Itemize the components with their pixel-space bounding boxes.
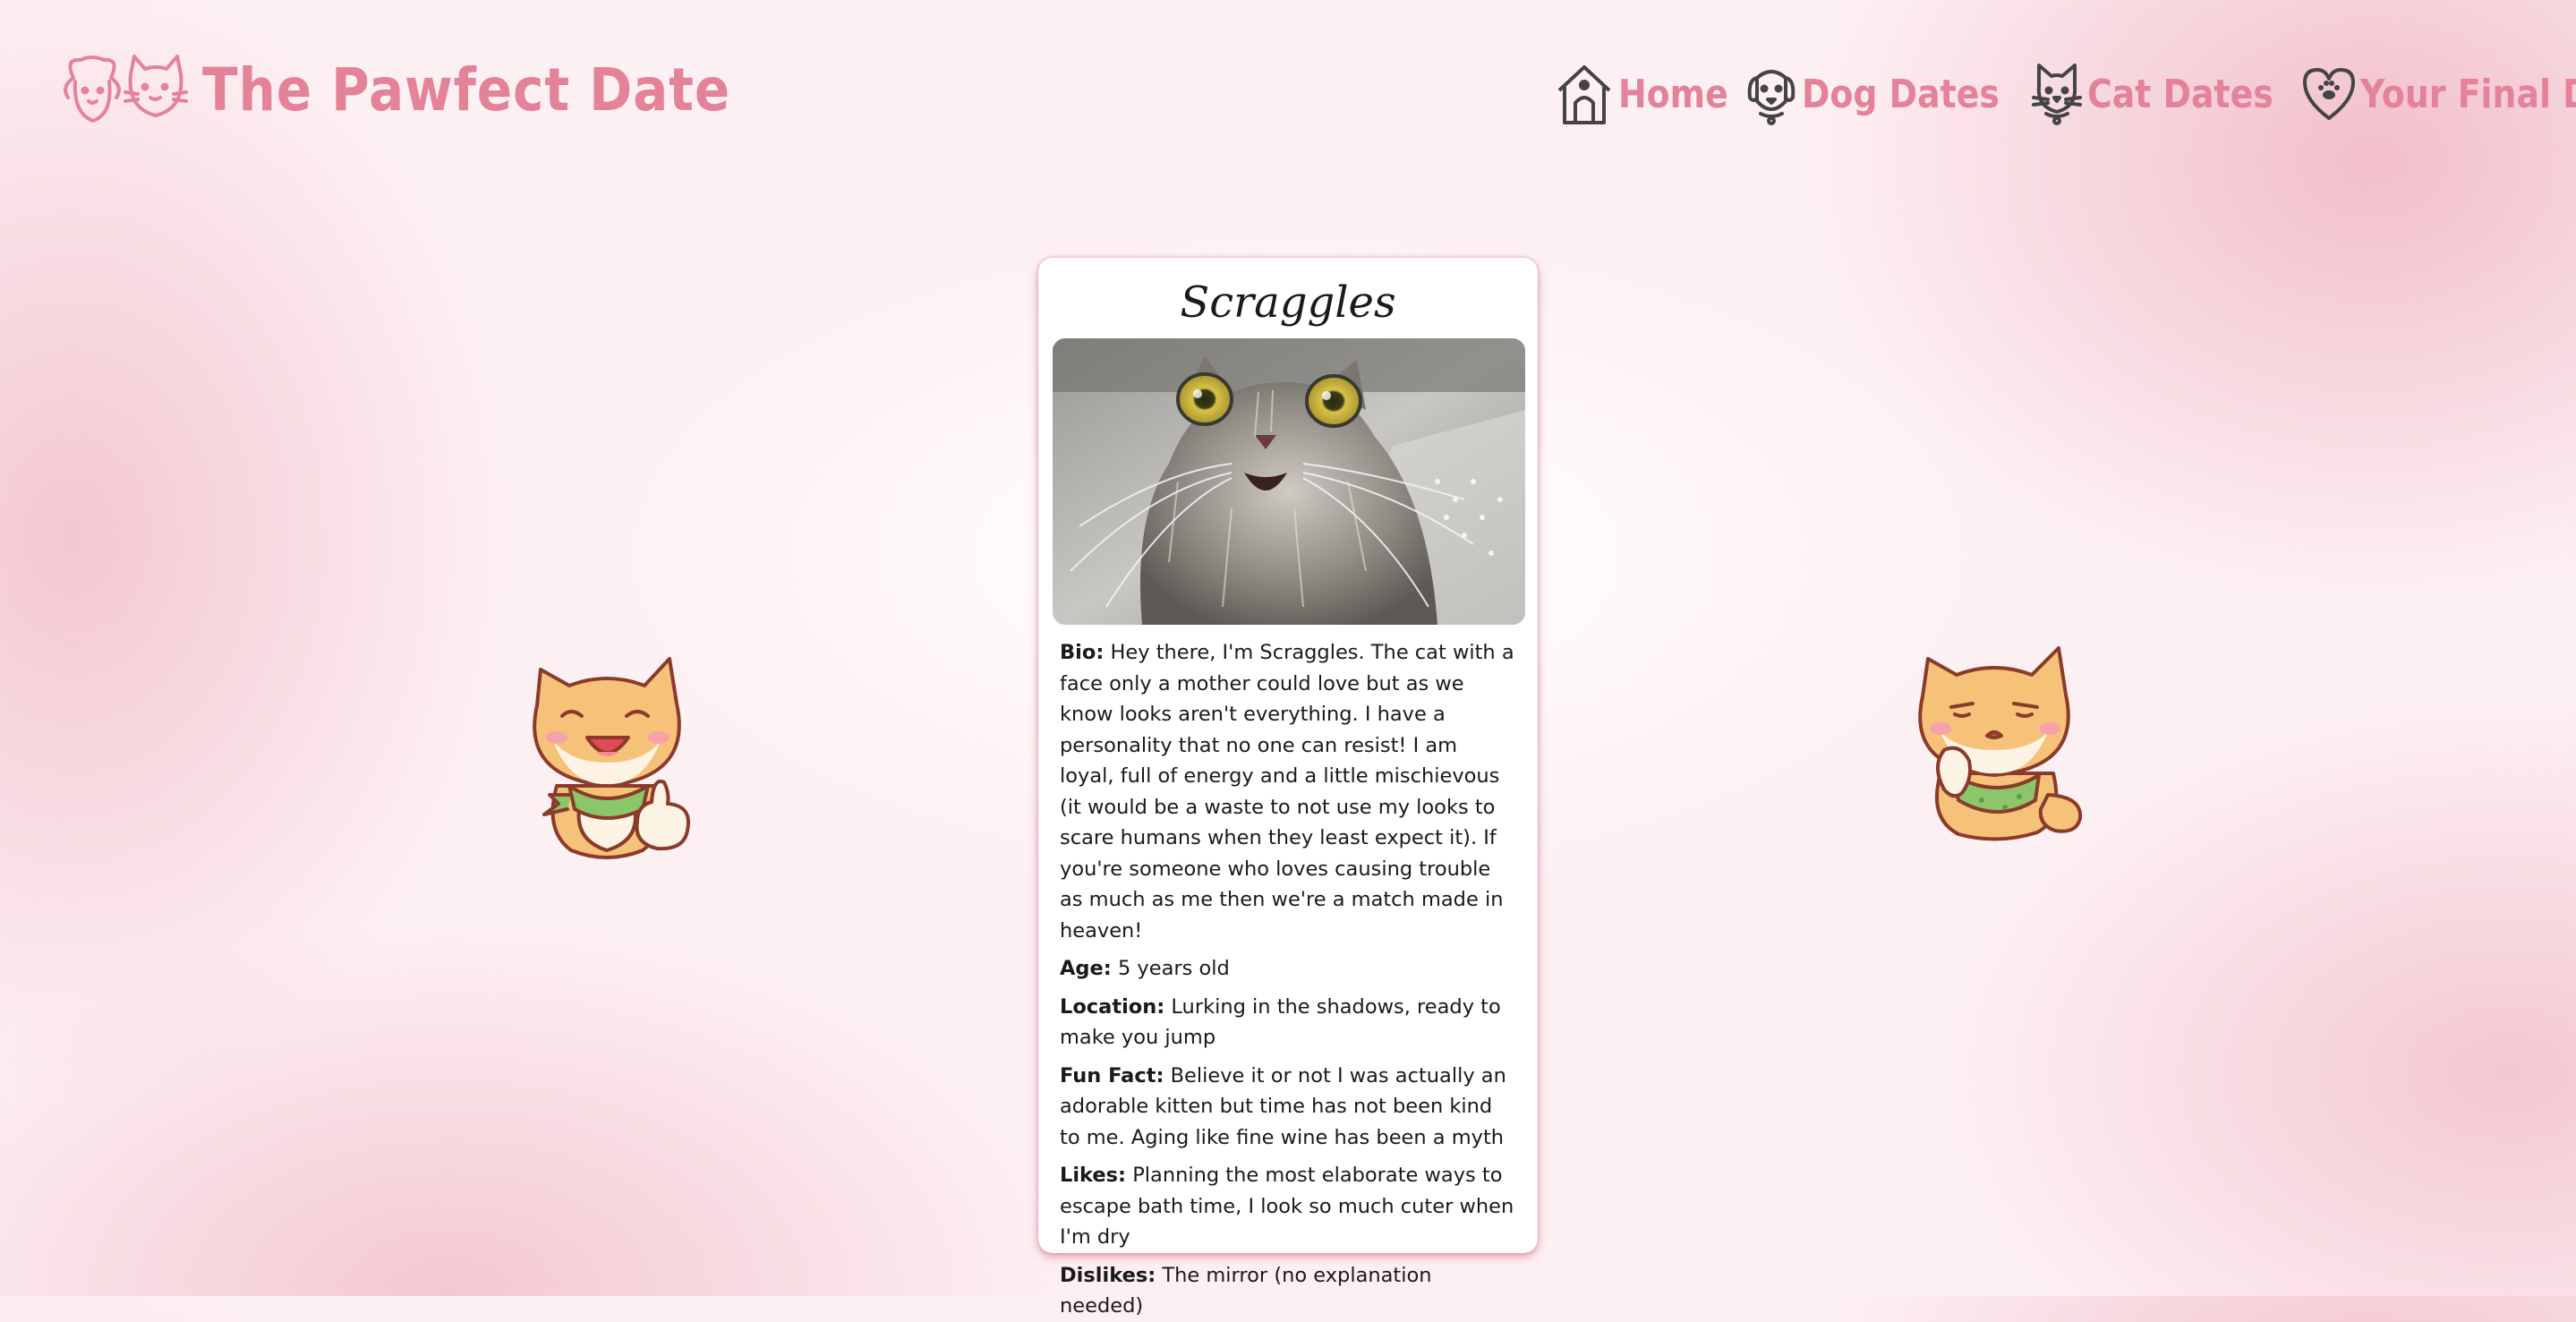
shiba-thumbs-up-sticker: [517, 652, 693, 863]
bio-row: Bio: Hey there, I'm Scraggles. The cat w…: [1060, 637, 1516, 946]
dislikes-label: Dislikes:: [1060, 1263, 1156, 1287]
likes-label: Likes:: [1060, 1164, 1127, 1187]
dog-icon: [1744, 62, 1798, 126]
brand-name: The Pawfect Date: [202, 55, 731, 124]
likes-row: Likes: Planning the most elaborate ways …: [1060, 1160, 1516, 1253]
nav-cat-dates[interactable]: Cat Dates: [2030, 62, 2277, 126]
cat-icon: [2030, 62, 2084, 126]
bio-label: Bio:: [1060, 641, 1105, 664]
heart-paw-icon: [2301, 64, 2357, 124]
cat-photo: [1053, 338, 1525, 625]
location-label: Location:: [1060, 994, 1165, 1019]
nav-cat-dates-label: Cat Dates: [2086, 71, 2273, 117]
profile-name: Scraggles: [1180, 277, 1396, 328]
profile-card: Scraggles Bio: Hey there, I'm Scraggles.…: [1038, 258, 1538, 1318]
doghouse-icon: [1554, 62, 1615, 126]
location-row: Location: Lurking in the shadows, ready …: [1060, 992, 1516, 1053]
profile-details: Bio: Hey there, I'm Scraggles. The cat w…: [1053, 625, 1523, 1322]
nav-home[interactable]: Home: [1554, 62, 1728, 126]
bio-text: Hey there, I'm Scraggles. The cat with a…: [1060, 641, 1514, 942]
fun-fact-label: Fun Fact:: [1060, 1063, 1164, 1087]
nav-dog-dates-label: Dog Dates: [1801, 71, 2000, 117]
age-row: Age: 5 years old: [1060, 953, 1516, 985]
dog-and-cat-logo-icon: [55, 51, 190, 128]
brand[interactable]: The Pawfect Date: [55, 45, 803, 134]
likes-value: Planning the most elaborate ways to esca…: [1060, 1164, 1514, 1249]
nav-your-final-dates-label: Your Final Dates: [2360, 71, 2576, 117]
nav-your-final-dates[interactable]: Your Final Dates: [2301, 64, 2576, 124]
dislikes-row: Dislikes: The mirror (no explanation nee…: [1060, 1260, 1516, 1322]
nav-home-label: Home: [1618, 71, 1728, 117]
fun-fact-row: Fun Fact: Believe it or not I was actual…: [1060, 1061, 1516, 1154]
age-value: 5 years old: [1117, 957, 1230, 980]
nav-dog-dates[interactable]: Dog Dates: [1744, 62, 2005, 126]
age-label: Age:: [1060, 957, 1112, 980]
main-nav: Home Dog Dates Cat Dates Your Final: [1554, 59, 2576, 129]
shiba-thinking-sticker: [1905, 643, 2084, 845]
